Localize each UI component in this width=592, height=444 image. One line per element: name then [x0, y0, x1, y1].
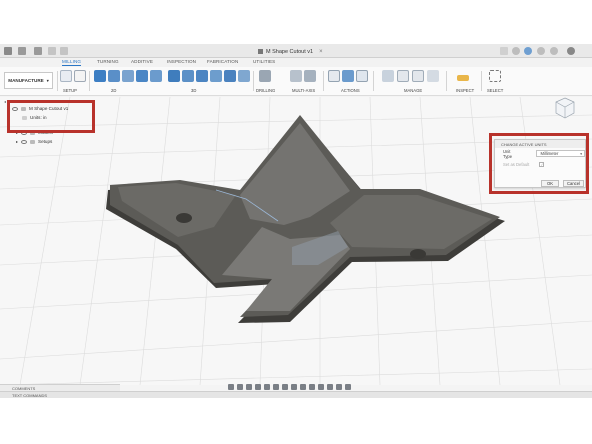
manage-group-label[interactable]: MANAGE	[404, 88, 422, 93]
help-icon[interactable]	[550, 47, 558, 55]
tree-item-label: Setups	[38, 139, 53, 144]
m-shape-model[interactable]	[106, 115, 505, 323]
toolbar-divider	[253, 71, 254, 91]
tab-fabrication[interactable]: FABRICATION	[207, 59, 238, 64]
tab-inspection[interactable]: INSPECTION	[167, 59, 196, 64]
collapse-icon[interactable]: ◂	[4, 99, 6, 104]
display-settings-icon[interactable]	[273, 384, 279, 390]
viewports-icon[interactable]	[291, 384, 297, 390]
save-icon[interactable]	[34, 47, 42, 55]
slot-icon[interactable]	[150, 70, 162, 82]
multi-axis-group-label[interactable]: MULTI-AXIS	[292, 88, 315, 93]
toolbar-divider	[89, 71, 90, 91]
post-process-icon[interactable]	[356, 70, 368, 82]
redo-icon[interactable]	[60, 47, 68, 55]
extensions-icon[interactable]	[512, 47, 520, 55]
template-library-icon[interactable]	[397, 70, 409, 82]
file-menu-icon[interactable]	[18, 47, 26, 55]
hole-left	[176, 213, 192, 223]
setup-group-label[interactable]: SETUP	[63, 88, 77, 93]
visual-style-icon[interactable]	[318, 384, 324, 390]
toolbar-divider	[57, 71, 58, 91]
tree-item-setups[interactable]: ▸ Setups	[4, 137, 122, 146]
swarf-icon[interactable]	[290, 70, 302, 82]
2d-pocket-icon[interactable]	[108, 70, 120, 82]
parallel-icon[interactable]	[210, 70, 222, 82]
select-icon[interactable]	[489, 70, 501, 82]
zoom-icon[interactable]	[255, 384, 261, 390]
document-tab[interactable]: M Shape Cutout v1 ×	[258, 46, 323, 57]
environment-icon[interactable]	[309, 384, 315, 390]
measure-icon[interactable]	[457, 75, 469, 81]
orbit-icon[interactable]	[228, 384, 234, 390]
section-icon[interactable]	[300, 384, 306, 390]
folder-icon	[30, 139, 36, 144]
2d-contour-icon[interactable]	[136, 70, 148, 82]
chevron-down-icon: ▾	[46, 78, 49, 83]
workspace-label: MANUFACTURE	[8, 78, 44, 83]
hole-right	[410, 249, 426, 259]
title-bar: M Shape Cutout v1 ×	[0, 44, 592, 58]
generate-icon[interactable]	[328, 70, 340, 82]
chevron-right-icon[interactable]: ▸	[16, 139, 18, 144]
2d-adaptive-icon[interactable]	[94, 70, 106, 82]
steep-shallow-icon[interactable]	[196, 70, 208, 82]
3d-group-label[interactable]: 3D	[191, 88, 196, 93]
actions-group-label[interactable]: ACTIONS	[341, 88, 360, 93]
document-icon	[258, 49, 263, 54]
viewcube-icon[interactable]	[554, 96, 576, 120]
tool-library-icon[interactable]	[382, 70, 394, 82]
new-tab-icon[interactable]	[500, 47, 508, 55]
inspect-group-label[interactable]: INSPECT	[456, 88, 474, 93]
filter-icon[interactable]	[345, 384, 351, 390]
workspace-switcher[interactable]: MANUFACTURE ▾	[4, 72, 53, 89]
document-title: M Shape Cutout v1	[266, 48, 314, 55]
grid-settings-icon[interactable]	[282, 384, 288, 390]
zoom-window-icon[interactable]	[264, 384, 270, 390]
visibility-eye-icon[interactable]	[21, 139, 28, 144]
job-status-icon[interactable]	[524, 47, 532, 55]
app-grid-icon[interactable]	[4, 47, 12, 55]
toolbar: MANUFACTURE ▾ SETUP 2D 3D DRILLING MULTI…	[0, 67, 592, 96]
toolbar-divider	[481, 71, 482, 91]
navigation-bar	[228, 383, 351, 391]
multi-axis-contour-icon[interactable]	[304, 70, 316, 82]
toolbar-divider	[446, 71, 447, 91]
undo-icon[interactable]	[48, 47, 56, 55]
pan-icon[interactable]	[246, 384, 252, 390]
annotation-box-units	[7, 100, 95, 133]
tab-additive[interactable]: ADDITIVE	[131, 59, 153, 64]
close-icon[interactable]: ×	[319, 49, 323, 55]
3d-adaptive-icon[interactable]	[168, 70, 180, 82]
3d-pocket-icon[interactable]	[182, 70, 194, 82]
effects-icon[interactable]	[327, 384, 333, 390]
avatar[interactable]	[567, 47, 575, 55]
camera-icon[interactable]	[336, 384, 342, 390]
simulate-icon[interactable]	[342, 70, 354, 82]
text-commands-bar[interactable]: TEXT COMMANDS	[0, 391, 592, 398]
toolbar-divider	[373, 71, 374, 91]
drill-icon[interactable]	[259, 70, 271, 82]
scallop-icon[interactable]	[224, 70, 236, 82]
fusion-app-window: M Shape Cutout v1 × MILLING TURNING ADDI…	[0, 44, 592, 398]
toolbar-divider	[323, 71, 324, 91]
select-group-label[interactable]: SELECT	[487, 88, 503, 93]
face-icon[interactable]	[122, 70, 134, 82]
contour-3d-icon[interactable]	[238, 70, 250, 82]
text-commands-label: TEXT COMMANDS	[12, 392, 48, 398]
drilling-group-label[interactable]: DRILLING	[256, 88, 275, 93]
annotation-box-dialog	[489, 133, 589, 194]
post-library-icon[interactable]	[412, 70, 424, 82]
machine-library-icon[interactable]	[427, 70, 439, 82]
workspace-tabs: MILLING TURNING ADDITIVE INSPECTION FABR…	[0, 58, 592, 67]
setup-sheet-icon[interactable]	[74, 70, 86, 82]
tab-utilities[interactable]: UTILITIES	[253, 59, 275, 64]
2d-group-label[interactable]: 2D	[111, 88, 116, 93]
look-at-icon[interactable]	[237, 384, 243, 390]
setup-icon[interactable]	[60, 70, 72, 82]
tab-turning[interactable]: TURNING	[97, 59, 119, 64]
notifications-icon[interactable]	[537, 47, 545, 55]
tab-milling[interactable]: MILLING	[62, 59, 82, 66]
